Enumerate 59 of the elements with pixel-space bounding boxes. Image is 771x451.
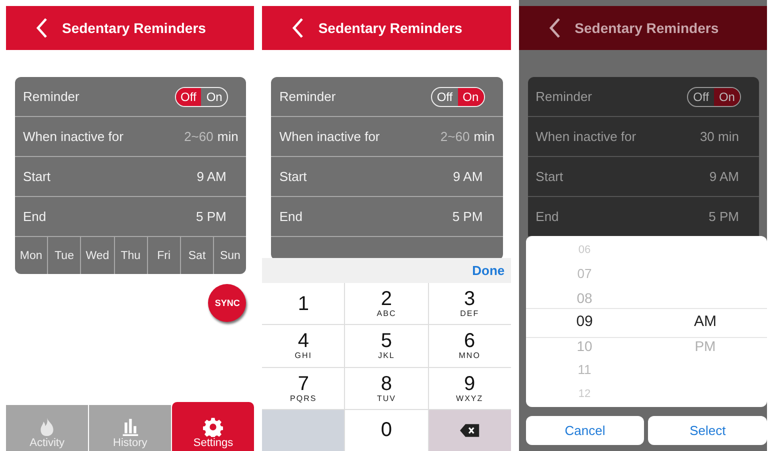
row-label: End bbox=[279, 209, 302, 224]
screen-title: Sedentary Reminders bbox=[574, 20, 719, 36]
back-icon[interactable] bbox=[548, 17, 561, 39]
keypad-key[interactable]: 0 bbox=[345, 410, 428, 451]
keypad-key[interactable]: 4 GHI bbox=[262, 325, 344, 366]
row-label: Start bbox=[279, 169, 307, 184]
row-value[interactable]: 9 AM bbox=[196, 169, 226, 184]
done-button[interactable]: Done bbox=[472, 263, 505, 278]
weekday-toggle[interactable]: Mon bbox=[15, 237, 48, 274]
row-label: End bbox=[536, 209, 559, 224]
row-label: Start bbox=[536, 169, 564, 184]
toggle-switch[interactable]: Off On bbox=[687, 86, 741, 106]
bar-chart-icon bbox=[121, 417, 140, 437]
keypad-key[interactable]: 8 TUV bbox=[345, 368, 428, 409]
keypad-key[interactable]: 2 ABC bbox=[345, 283, 428, 324]
row-value[interactable]: 9 AM bbox=[709, 169, 739, 184]
keypad-key[interactable]: 5 JKL bbox=[345, 325, 428, 366]
settings-icon bbox=[203, 417, 224, 437]
select-button[interactable]: Select bbox=[648, 416, 767, 445]
unit-label: min bbox=[217, 129, 238, 144]
row-label: When inactive for bbox=[536, 129, 636, 144]
unit-label: min bbox=[474, 129, 495, 144]
weekday-toggle[interactable]: Thu bbox=[114, 237, 148, 274]
input-field[interactable]: 2~60 bbox=[430, 129, 470, 144]
row-value[interactable]: 9 AM bbox=[453, 169, 483, 184]
keypad-key[interactable]: 6 MNO bbox=[428, 325, 511, 366]
row-value[interactable]: 5 PM bbox=[708, 209, 739, 224]
screen-title: Sedentary Reminders bbox=[62, 20, 206, 36]
hour-option[interactable]: 09 bbox=[576, 310, 593, 334]
row-value[interactable]: 5 PM bbox=[196, 209, 226, 224]
keypad-key[interactable]: 1 bbox=[262, 283, 344, 324]
row-value[interactable]: 30 min bbox=[700, 129, 739, 144]
backspace-icon bbox=[460, 424, 480, 437]
row-label: End bbox=[23, 209, 46, 224]
screen-title: Sedentary Reminders bbox=[318, 20, 462, 36]
row-value[interactable]: 5 PM bbox=[452, 209, 483, 224]
toggle-switch[interactable]: Off On bbox=[174, 86, 228, 106]
sync-button[interactable]: SYNC bbox=[208, 284, 246, 322]
keypad-key[interactable]: 7 PQRS bbox=[262, 368, 344, 409]
toggle-switch[interactable]: Off On bbox=[430, 86, 485, 106]
row-label: Reminder bbox=[23, 89, 80, 104]
row-label: When inactive for bbox=[279, 129, 380, 144]
flame-icon bbox=[38, 417, 56, 437]
row-label: When inactive for bbox=[23, 129, 124, 144]
row-label: Start bbox=[23, 169, 50, 184]
delete-key[interactable] bbox=[428, 410, 511, 451]
row-label: Reminder bbox=[279, 89, 336, 104]
weekday-toggle[interactable]: Wed bbox=[81, 237, 115, 274]
weekday-toggle[interactable]: Sun bbox=[214, 237, 246, 274]
cancel-button[interactable]: Cancel bbox=[526, 416, 644, 445]
row-label: Reminder bbox=[536, 89, 592, 104]
weekday-toggle[interactable]: Tue bbox=[48, 237, 82, 274]
tab[interactable]: Settings bbox=[172, 402, 254, 451]
weekday-toggle[interactable]: Fri bbox=[148, 237, 181, 274]
keypad-key[interactable]: 3 DEF bbox=[428, 283, 511, 324]
period-option[interactable]: AM bbox=[694, 310, 716, 334]
weekday-toggle[interactable]: Sat bbox=[180, 237, 214, 274]
keypad-key[interactable]: 9 WXYZ bbox=[428, 368, 511, 409]
input-field[interactable]: 2~60 bbox=[173, 129, 214, 144]
